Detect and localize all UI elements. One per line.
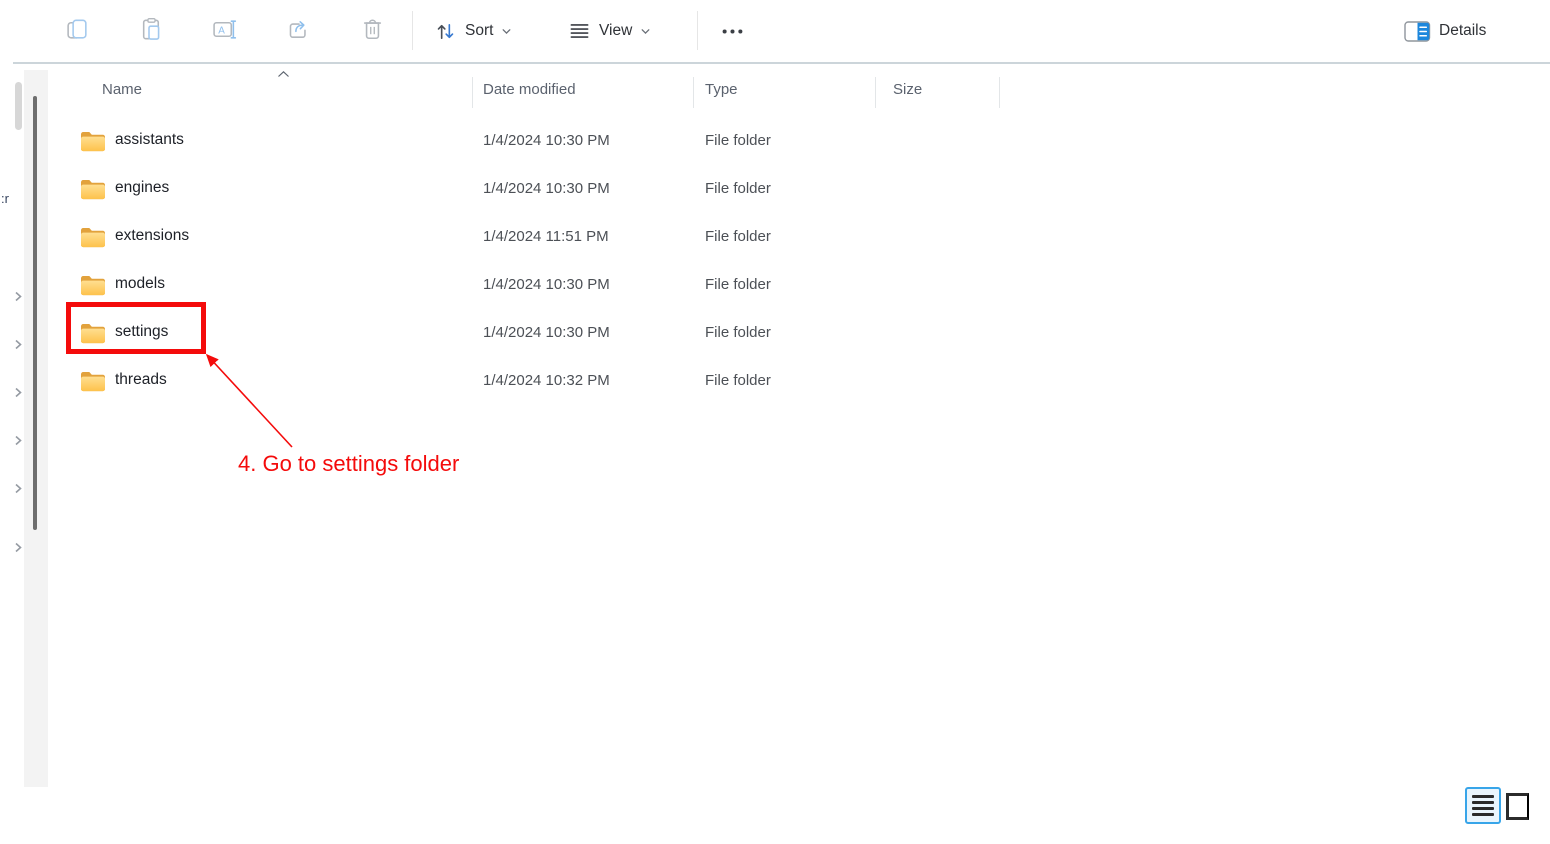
delete-button[interactable]	[354, 13, 390, 49]
file-type: File folder	[705, 180, 771, 197]
view-button[interactable]: View	[568, 13, 651, 49]
share-button[interactable]	[280, 13, 316, 49]
file-type: File folder	[705, 228, 771, 245]
toolbar-bottom-border	[13, 62, 1550, 64]
file-type: File folder	[705, 324, 771, 341]
annotation-label: 4. Go to settings folder	[238, 451, 459, 477]
file-date-modified: 1/4/2024 10:30 PM	[483, 324, 610, 341]
file-row[interactable]: engines 1/4/2024 10:30 PM File folder	[0, 165, 1550, 213]
file-row[interactable]: threads 1/4/2024 10:32 PM File folder	[0, 357, 1550, 405]
file-name: engines	[115, 179, 169, 197]
folder-icon	[80, 178, 106, 200]
file-type: File folder	[705, 276, 771, 293]
file-name: extensions	[115, 227, 189, 245]
column-resize-handle[interactable]	[472, 77, 473, 108]
list-view-toggle-button[interactable]	[1465, 787, 1501, 824]
toolbar-divider	[697, 11, 698, 50]
more-ellipsis-icon	[719, 18, 746, 45]
file-explorer-window: A	[0, 0, 1550, 844]
file-name: assistants	[115, 131, 184, 149]
details-label: Details	[1439, 22, 1486, 40]
chevron-down-icon	[501, 26, 512, 37]
paste-button[interactable]	[133, 13, 169, 49]
svg-text:A: A	[218, 25, 225, 36]
file-date-modified: 1/4/2024 10:30 PM	[483, 276, 610, 293]
file-name: settings	[115, 323, 168, 341]
file-type: File folder	[705, 132, 771, 149]
column-resize-handle[interactable]	[875, 77, 876, 108]
column-header-name[interactable]: Name	[102, 81, 142, 98]
toolbar: A	[0, 0, 1550, 62]
chevron-right-icon[interactable]	[13, 433, 24, 444]
sort-icon	[434, 20, 457, 43]
details-pane-button[interactable]: Details	[1404, 13, 1486, 49]
more-options-button[interactable]	[712, 13, 752, 49]
share-icon	[286, 17, 311, 45]
file-row[interactable]: models 1/4/2024 10:30 PM File folder	[0, 261, 1550, 309]
rename-button[interactable]: A	[206, 13, 242, 49]
folder-icon	[80, 274, 106, 296]
file-type: File folder	[705, 372, 771, 389]
column-resize-handle[interactable]	[999, 77, 1000, 108]
file-date-modified: 1/4/2024 10:30 PM	[483, 132, 610, 149]
view-list-icon	[568, 20, 591, 43]
toolbar-divider	[412, 11, 413, 50]
folder-icon	[80, 322, 106, 344]
file-date-modified: 1/4/2024 10:32 PM	[483, 372, 610, 389]
sort-ascending-caret-icon	[276, 66, 291, 84]
details-panel-icon	[1404, 20, 1431, 43]
column-header-size[interactable]: Size	[893, 81, 922, 98]
folder-icon	[80, 370, 106, 392]
file-name: models	[115, 275, 165, 293]
file-name: threads	[115, 371, 167, 389]
paste-icon	[139, 17, 164, 45]
chevron-right-icon[interactable]	[13, 481, 24, 492]
column-header-type[interactable]: Type	[705, 81, 738, 98]
file-row[interactable]: extensions 1/4/2024 11:51 PM File folder	[0, 213, 1550, 261]
column-resize-handle[interactable]	[693, 77, 694, 108]
copy-icon	[65, 17, 90, 45]
rename-icon: A	[212, 17, 237, 45]
file-date-modified: 1/4/2024 11:51 PM	[483, 228, 609, 245]
file-date-modified: 1/4/2024 10:30 PM	[483, 180, 610, 197]
file-list: assistants 1/4/2024 10:30 PM File folder…	[0, 117, 1550, 405]
file-row[interactable]: assistants 1/4/2024 10:30 PM File folder	[0, 117, 1550, 165]
list-view-icon	[1472, 795, 1494, 798]
column-header-date-modified[interactable]: Date modified	[483, 81, 576, 98]
copy-button[interactable]	[59, 13, 95, 49]
thumbnail-view-toggle-button[interactable]	[1506, 793, 1529, 820]
folder-icon	[80, 130, 106, 152]
file-row[interactable]: settings 1/4/2024 10:30 PM File folder	[0, 309, 1550, 357]
chevron-down-icon	[640, 26, 651, 37]
sort-label: Sort	[465, 22, 493, 40]
sort-button[interactable]: Sort	[434, 13, 512, 49]
view-label: View	[599, 22, 632, 40]
folder-icon	[80, 226, 106, 248]
trash-icon	[360, 17, 385, 45]
chevron-right-icon[interactable]	[13, 540, 24, 551]
